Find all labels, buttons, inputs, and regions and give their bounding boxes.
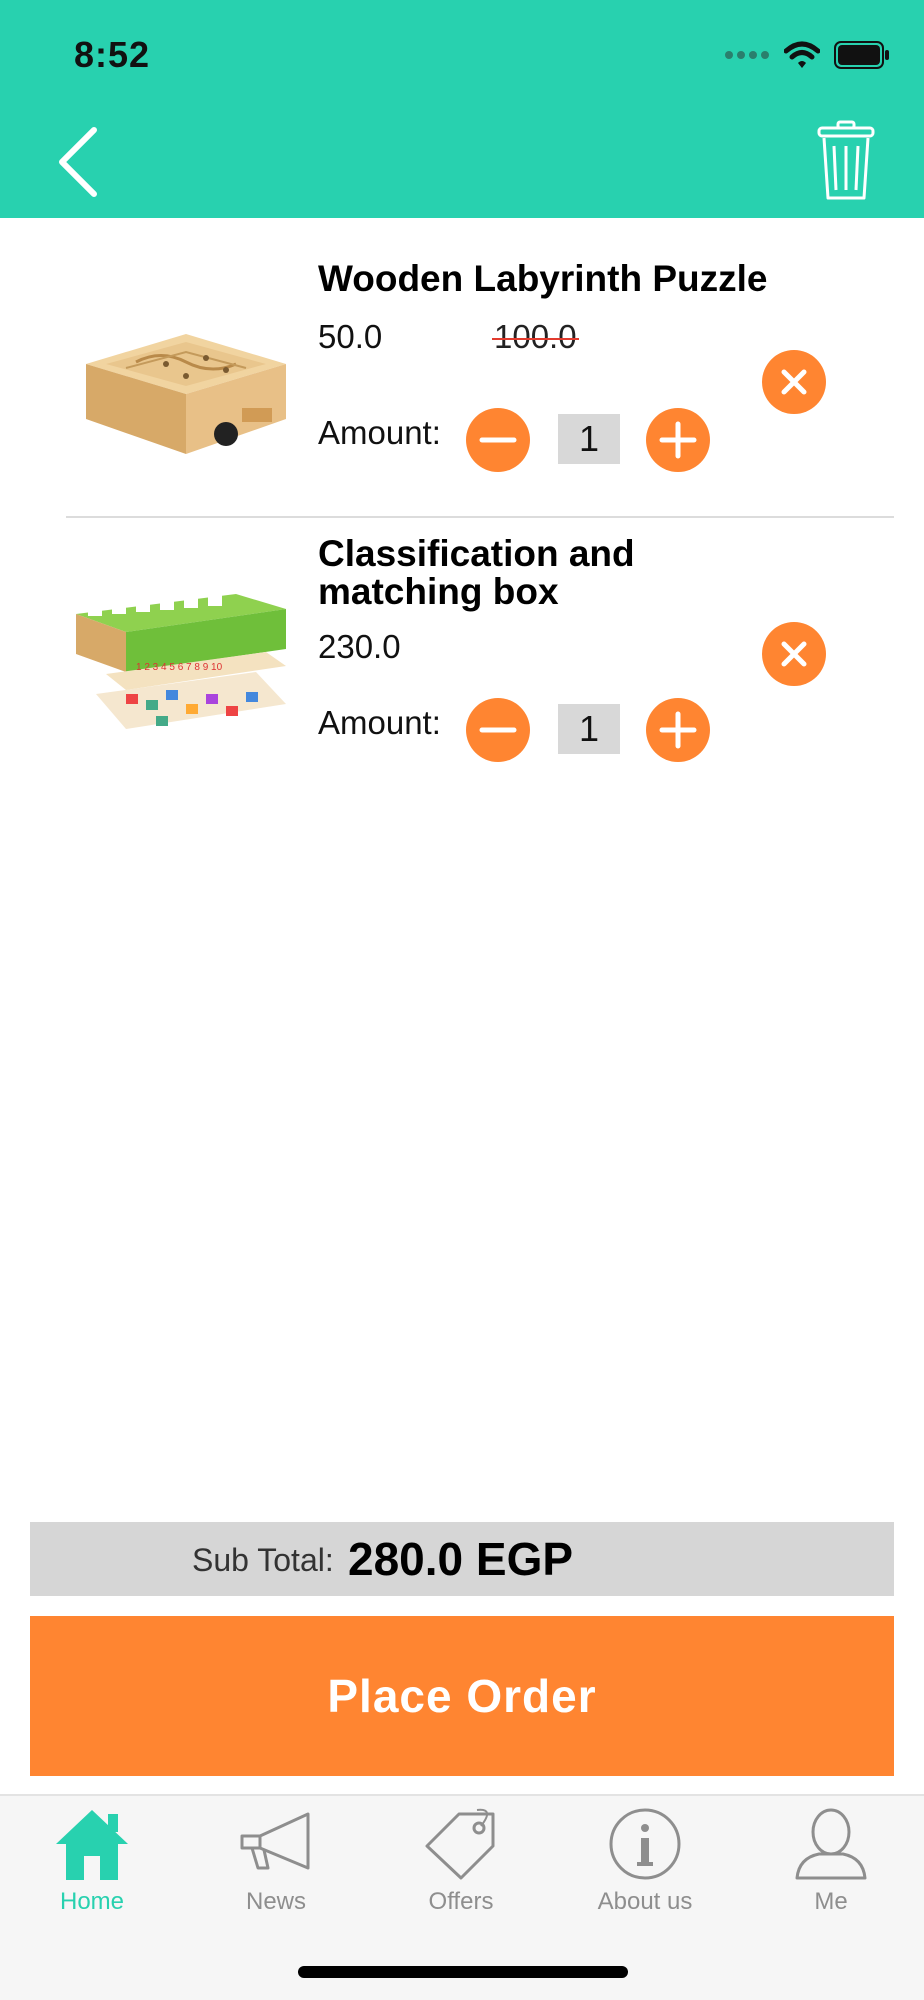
wifi-icon [784, 41, 820, 68]
status-time: 8:52 [74, 34, 151, 75]
cart-item: 1 2 3 4 5 6 7 8 9 10 Classification and … [66, 520, 894, 780]
product-image-labyrinth [86, 334, 286, 454]
tab-label: Offers [428, 1888, 494, 1915]
place-order-button[interactable]: Place Order [30, 1616, 894, 1776]
home-icon [56, 1810, 128, 1880]
tab-news[interactable]: News [201, 1806, 351, 1926]
header: 8:52 [0, 0, 924, 218]
minus-icon [479, 437, 517, 443]
increase-quantity-button[interactable] [646, 698, 710, 762]
signal-icon [725, 51, 769, 59]
tab-me[interactable]: Me [756, 1806, 906, 1926]
minus-icon [479, 727, 517, 733]
remove-item-button[interactable] [762, 350, 826, 414]
quantity-value: 1 [558, 704, 620, 754]
remove-item-button[interactable] [762, 622, 826, 686]
tab-offers[interactable]: Offers [386, 1806, 536, 1926]
status-icons [724, 40, 890, 70]
close-icon [781, 641, 807, 667]
item-price: 230.0 [318, 628, 401, 665]
trash-icon [817, 120, 875, 200]
decrease-quantity-button[interactable] [466, 698, 530, 762]
back-button[interactable] [50, 124, 110, 200]
item-price: 50.0 [318, 318, 383, 355]
product-image-matching-box: 1 2 3 4 5 6 7 8 9 10 [76, 590, 286, 729]
info-icon [609, 1808, 681, 1880]
tab-label: Home [59, 1888, 125, 1915]
battery-icon [834, 41, 889, 69]
amount-label: Amount: [318, 704, 441, 741]
megaphone-icon [240, 1812, 310, 1870]
subtotal-bar: Sub Total: 280.0 EGP [30, 1522, 894, 1596]
tab-label: News [245, 1888, 306, 1915]
amount-label: Amount: [318, 414, 441, 451]
decrease-quantity-button[interactable] [466, 408, 530, 472]
plus-icon [659, 711, 697, 749]
chevron-left-icon [59, 127, 97, 197]
tab-home[interactable]: Home [17, 1806, 167, 1926]
subtotal-value: 280.0 EGP [348, 1533, 574, 1585]
close-icon [781, 369, 807, 395]
item-name: Classification and matching box [318, 533, 635, 612]
increase-quantity-button[interactable] [646, 408, 710, 472]
plus-icon [659, 421, 697, 459]
subtotal-label: Sub Total: [192, 1542, 334, 1578]
cart-item: Wooden Labyrinth Puzzle 50.0 100.0 Amoun… [66, 240, 894, 518]
tab-about-us[interactable]: About us [570, 1806, 720, 1926]
home-indicator [298, 1966, 628, 1978]
tab-label: About us [597, 1888, 693, 1915]
item-old-price: 100.0 [492, 318, 579, 355]
svg-text:1 2 3 4 5 6 7 8 9 10: 1 2 3 4 5 6 7 8 9 10 [136, 662, 223, 673]
person-icon [795, 1808, 867, 1880]
clear-cart-button[interactable] [816, 120, 876, 202]
tag-icon [425, 1808, 495, 1880]
item-name: Wooden Labyrinth Puzzle [318, 258, 768, 299]
tab-label: Me [814, 1888, 848, 1915]
quantity-value: 1 [558, 414, 620, 464]
